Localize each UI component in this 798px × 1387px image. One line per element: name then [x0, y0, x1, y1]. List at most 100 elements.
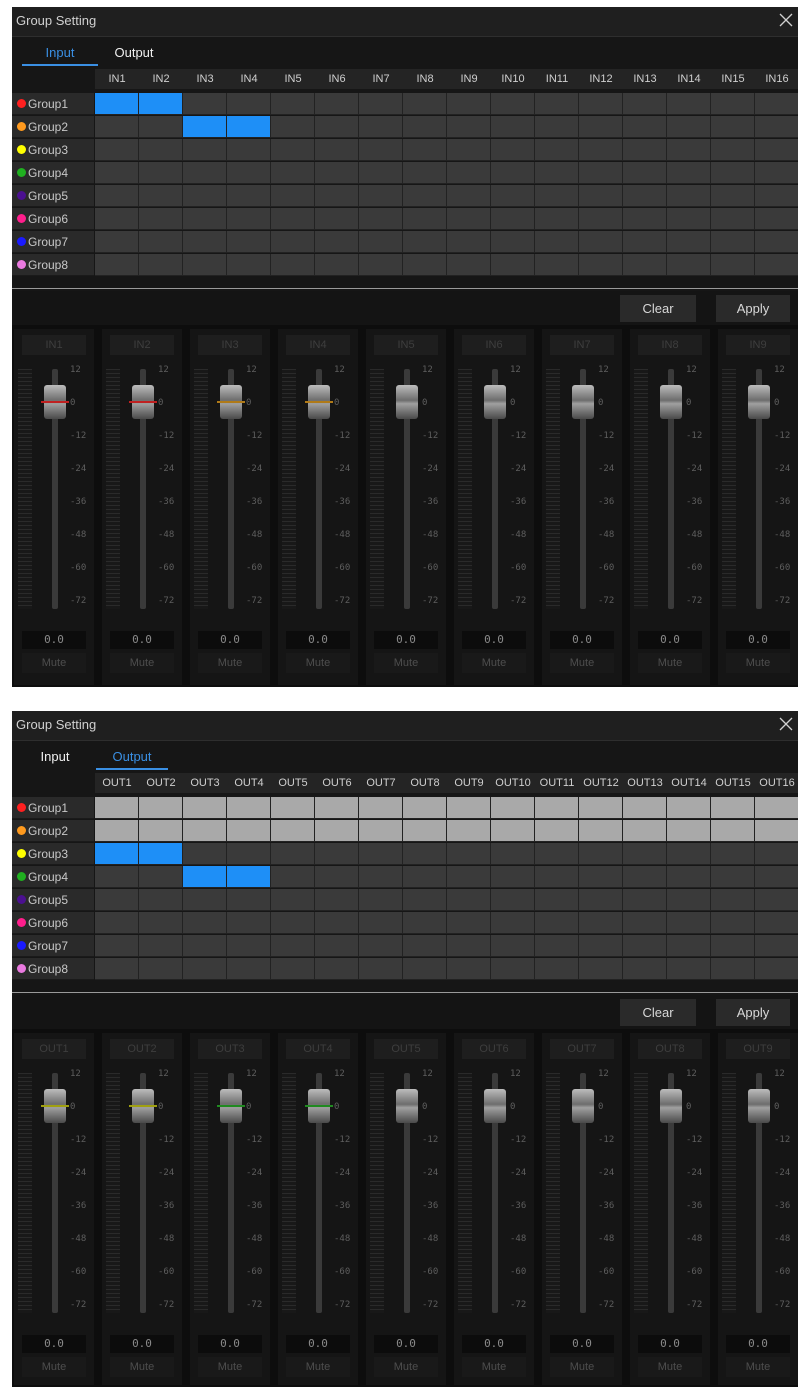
- grid-cell[interactable]: [359, 162, 403, 184]
- grid-cell[interactable]: [183, 185, 227, 207]
- tab-input[interactable]: Input: [22, 45, 98, 66]
- grid-cell[interactable]: [403, 958, 447, 980]
- fader-thumb[interactable]: [305, 385, 333, 419]
- grid-cell[interactable]: [491, 116, 535, 138]
- grid-cell[interactable]: [711, 162, 755, 184]
- grid-cell[interactable]: [271, 208, 315, 230]
- grid-cell[interactable]: [227, 139, 271, 161]
- grid-cell[interactable]: [139, 93, 183, 115]
- fader-thumb[interactable]: [305, 1089, 333, 1123]
- grid-cell[interactable]: [579, 958, 623, 980]
- grid-cell[interactable]: [491, 231, 535, 253]
- grid-cell[interactable]: [271, 958, 315, 980]
- grid-cell[interactable]: [755, 912, 798, 934]
- grid-cell[interactable]: [271, 116, 315, 138]
- mute-button[interactable]: Mute: [374, 653, 438, 673]
- mute-button[interactable]: Mute: [550, 1357, 614, 1377]
- grid-cell[interactable]: [535, 843, 579, 865]
- grid-cell[interactable]: [535, 912, 579, 934]
- grid-cell[interactable]: [579, 93, 623, 115]
- grid-cell[interactable]: [315, 93, 359, 115]
- grid-cell[interactable]: [535, 866, 579, 888]
- grid-cell[interactable]: [95, 958, 139, 980]
- grid-cell[interactable]: [579, 889, 623, 911]
- grid-cell[interactable]: [447, 889, 491, 911]
- gain-value[interactable]: 0.0: [22, 1335, 86, 1353]
- grid-cell[interactable]: [183, 93, 227, 115]
- grid-cell[interactable]: [359, 93, 403, 115]
- grid-cell[interactable]: [359, 254, 403, 276]
- grid-cell[interactable]: [755, 208, 798, 230]
- fader-thumb[interactable]: [484, 385, 506, 419]
- grid-cell[interactable]: [359, 935, 403, 957]
- grid-cell[interactable]: [667, 139, 711, 161]
- grid-cell[interactable]: [359, 797, 403, 819]
- grid-cell[interactable]: [491, 208, 535, 230]
- grid-cell[interactable]: [579, 116, 623, 138]
- fader-thumb[interactable]: [41, 1089, 69, 1123]
- mute-button[interactable]: Mute: [198, 653, 262, 673]
- grid-cell[interactable]: [667, 797, 711, 819]
- grid-cell[interactable]: [403, 935, 447, 957]
- grid-cell[interactable]: [491, 93, 535, 115]
- grid-cell[interactable]: [447, 208, 491, 230]
- grid-cell[interactable]: [579, 162, 623, 184]
- grid-cell[interactable]: [183, 797, 227, 819]
- gain-value[interactable]: 0.0: [286, 631, 350, 649]
- grid-cell[interactable]: [623, 254, 667, 276]
- grid-cell[interactable]: [139, 208, 183, 230]
- grid-cell[interactable]: [359, 912, 403, 934]
- grid-cell[interactable]: [315, 820, 359, 842]
- grid-cell[interactable]: [667, 185, 711, 207]
- mute-button[interactable]: Mute: [286, 1357, 350, 1377]
- grid-cell[interactable]: [315, 958, 359, 980]
- mute-button[interactable]: Mute: [198, 1357, 262, 1377]
- grid-cell[interactable]: [227, 820, 271, 842]
- grid-cell[interactable]: [755, 139, 798, 161]
- grid-cell[interactable]: [579, 231, 623, 253]
- grid-cell[interactable]: [227, 912, 271, 934]
- grid-cell[interactable]: [139, 139, 183, 161]
- grid-cell[interactable]: [491, 866, 535, 888]
- grid-cell[interactable]: [227, 231, 271, 253]
- grid-cell[interactable]: [755, 935, 798, 957]
- grid-cell[interactable]: [271, 139, 315, 161]
- grid-cell[interactable]: [491, 820, 535, 842]
- grid-cell[interactable]: [667, 889, 711, 911]
- gain-value[interactable]: 0.0: [462, 631, 526, 649]
- grid-cell[interactable]: [315, 254, 359, 276]
- grid-cell[interactable]: [711, 139, 755, 161]
- grid-cell[interactable]: [95, 912, 139, 934]
- grid-cell[interactable]: [447, 162, 491, 184]
- grid-cell[interactable]: [183, 889, 227, 911]
- grid-cell[interactable]: [139, 820, 183, 842]
- grid-cell[interactable]: [447, 866, 491, 888]
- grid-cell[interactable]: [227, 208, 271, 230]
- gain-value[interactable]: 0.0: [638, 631, 702, 649]
- grid-cell[interactable]: [315, 185, 359, 207]
- grid-cell[interactable]: [95, 116, 139, 138]
- close-icon[interactable]: [776, 9, 796, 31]
- grid-cell[interactable]: [623, 935, 667, 957]
- grid-cell[interactable]: [183, 820, 227, 842]
- grid-cell[interactable]: [491, 889, 535, 911]
- grid-cell[interactable]: [623, 797, 667, 819]
- grid-cell[interactable]: [579, 820, 623, 842]
- grid-cell[interactable]: [315, 912, 359, 934]
- fader-thumb[interactable]: [572, 385, 594, 419]
- grid-cell[interactable]: [579, 843, 623, 865]
- grid-cell[interactable]: [447, 116, 491, 138]
- mute-button[interactable]: Mute: [550, 653, 614, 673]
- grid-cell[interactable]: [139, 958, 183, 980]
- grid-cell[interactable]: [447, 797, 491, 819]
- grid-cell[interactable]: [95, 185, 139, 207]
- fader-thumb[interactable]: [396, 385, 418, 419]
- grid-cell[interactable]: [359, 139, 403, 161]
- grid-cell[interactable]: [271, 866, 315, 888]
- grid-cell[interactable]: [315, 231, 359, 253]
- grid-cell[interactable]: [535, 208, 579, 230]
- grid-cell[interactable]: [403, 93, 447, 115]
- grid-cell[interactable]: [623, 866, 667, 888]
- grid-cell[interactable]: [271, 797, 315, 819]
- grid-cell[interactable]: [579, 935, 623, 957]
